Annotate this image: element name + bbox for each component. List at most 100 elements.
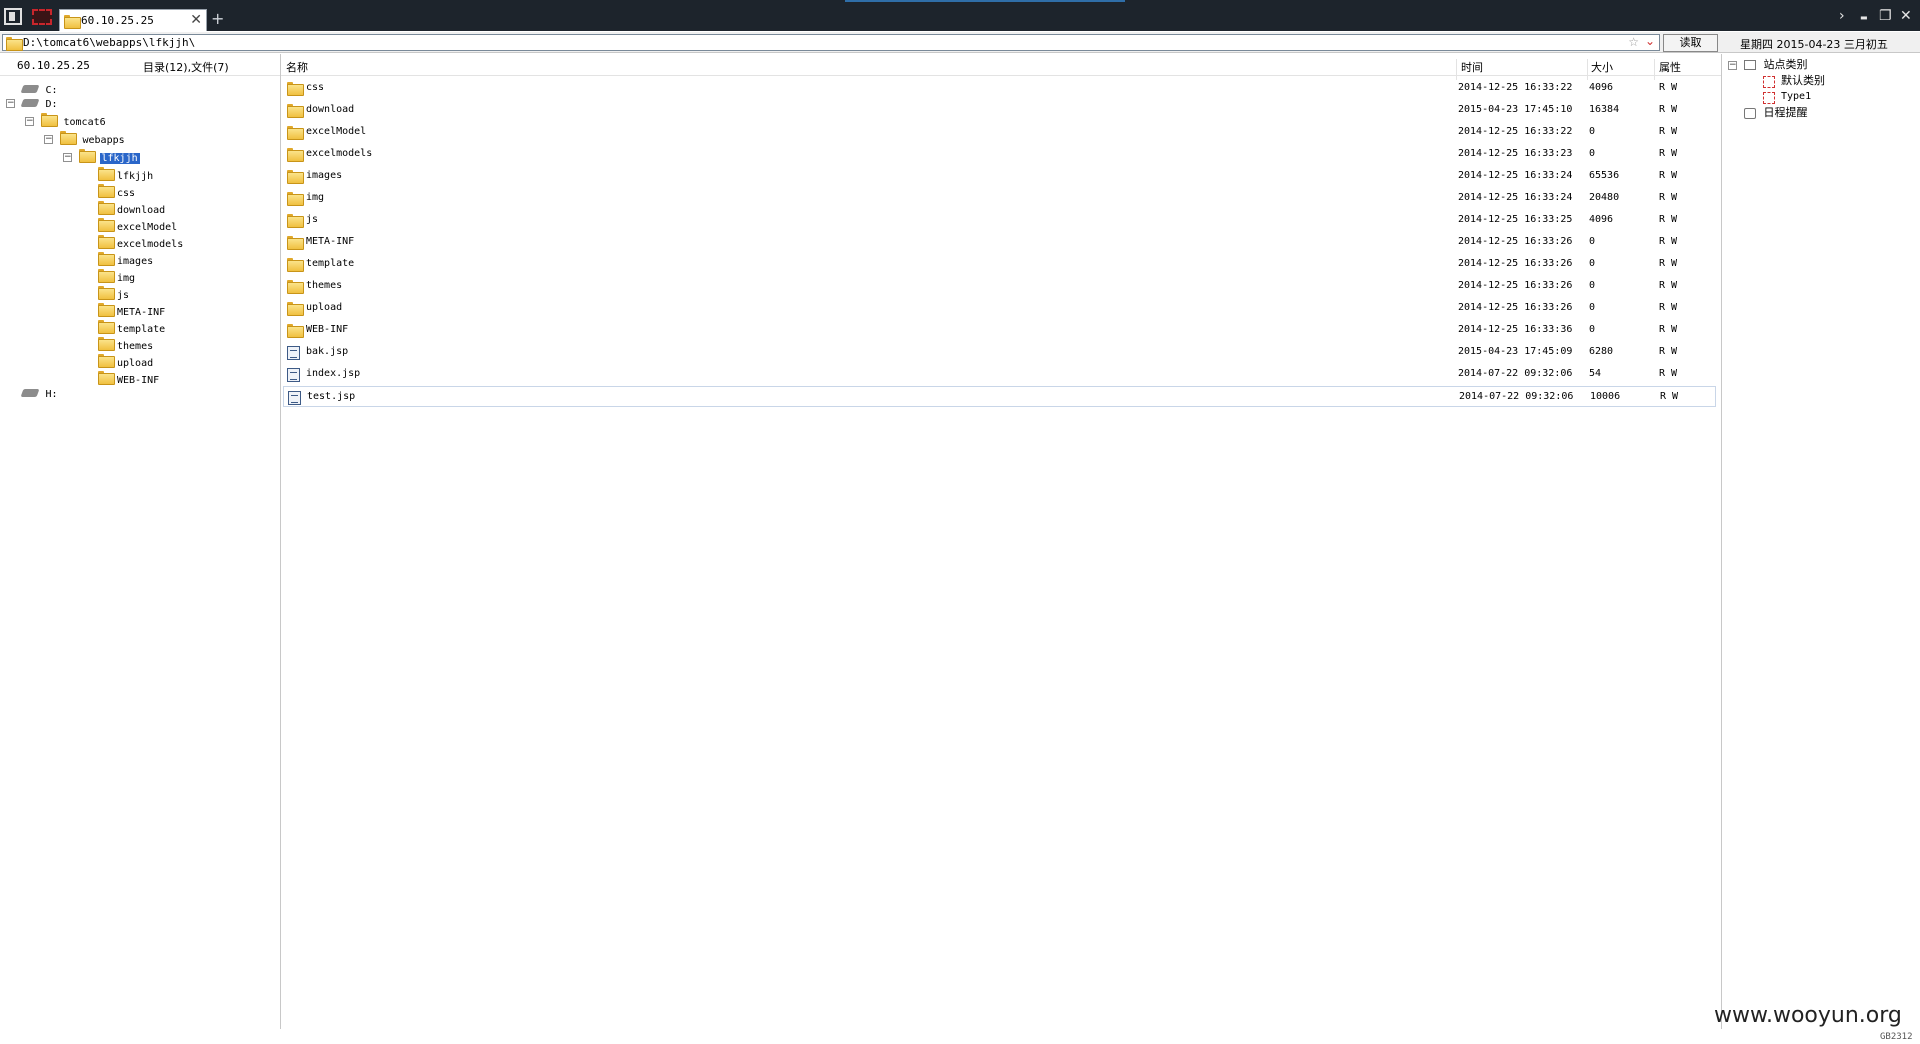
table-row[interactable]: themes 2014-12-25 16:33:26 0 R W xyxy=(283,276,1716,297)
file-name: css xyxy=(306,82,325,93)
red-app-icon[interactable] xyxy=(32,9,52,25)
tree-folder-item[interactable]: img xyxy=(98,269,135,286)
column-size-header[interactable]: 大小 xyxy=(1591,59,1613,75)
minimize-button[interactable]: ▬ xyxy=(1860,13,1868,22)
tab-session[interactable]: 60.10.25.25 ✕ xyxy=(59,9,207,31)
folder-icon xyxy=(287,324,304,338)
path-input[interactable]: D:\tomcat6\webapps\lfkjjh\ ☆ ⌄ xyxy=(2,34,1660,51)
file-icon xyxy=(287,346,300,360)
file-attributes: R W xyxy=(1659,192,1678,203)
tree-folder-lfkjjh-selected[interactable]: lfkjjh xyxy=(79,149,140,166)
table-row[interactable]: index.jsp 2014-07-22 09:32:06 54 R W xyxy=(283,364,1716,385)
table-row[interactable]: test.jsp 2014-07-22 09:32:06 10006 R W xyxy=(283,386,1716,407)
file-size: 6280 xyxy=(1589,346,1614,357)
file-size: 0 xyxy=(1589,324,1596,335)
column-divider[interactable] xyxy=(1654,59,1655,80)
tree-folder-item[interactable]: download xyxy=(98,201,165,218)
file-attributes: R W xyxy=(1659,280,1678,291)
file-time: 2014-12-25 16:33:22 xyxy=(1458,126,1573,137)
folder-icon xyxy=(287,302,304,316)
collapse-toggle[interactable]: − xyxy=(63,153,72,162)
table-row[interactable]: img 2014-12-25 16:33:24 20480 R W xyxy=(283,188,1716,209)
add-tab-button[interactable]: + xyxy=(211,9,224,28)
tree-folder-webapps[interactable]: webapps xyxy=(60,131,125,148)
restore-button[interactable]: ❐ xyxy=(1879,8,1892,24)
tree-folder-item[interactable]: js xyxy=(98,286,129,303)
collapse-toggle[interactable]: − xyxy=(25,117,34,126)
tree-folder-item[interactable]: lfkjjh xyxy=(98,167,153,184)
table-row[interactable]: template 2014-12-25 16:33:26 0 R W xyxy=(283,254,1716,275)
column-attr-header[interactable]: 属性 xyxy=(1659,59,1681,75)
site-category-panel: − 站点类别 默认类别 Type1 日程提醒 xyxy=(1721,54,1920,1029)
folder-icon xyxy=(287,192,304,206)
tree-folder-item[interactable]: template xyxy=(98,320,165,337)
schedule-node[interactable]: 日程提醒 xyxy=(1744,105,1808,121)
table-row[interactable]: bak.jsp 2015-04-23 17:45:09 6280 R W xyxy=(283,342,1716,363)
default-category-node[interactable]: 默认类别 xyxy=(1781,73,1825,89)
file-time: 2014-12-25 16:33:26 xyxy=(1458,302,1573,313)
column-divider[interactable] xyxy=(1456,59,1457,80)
folder-icon xyxy=(41,113,58,127)
column-time-header[interactable]: 时间 xyxy=(1461,59,1483,75)
collapse-toggle[interactable]: − xyxy=(44,135,53,144)
tree-folder-item[interactable]: upload xyxy=(98,354,153,371)
encoding-status[interactable]: GB2312 xyxy=(1880,1032,1913,1042)
tree-label: download xyxy=(117,205,166,216)
folder-icon xyxy=(64,15,81,29)
read-button[interactable]: 读取 xyxy=(1663,34,1718,52)
file-name: excelModel xyxy=(306,126,367,137)
tree-folder-item[interactable]: excelModel xyxy=(98,218,177,235)
table-row[interactable]: upload 2014-12-25 16:33:26 0 R W xyxy=(283,298,1716,319)
collapse-toggle[interactable]: − xyxy=(1728,61,1737,70)
collapse-toggle[interactable]: − xyxy=(6,99,15,108)
column-name-header[interactable]: 名称 xyxy=(286,59,308,75)
tree-folder-tomcat6[interactable]: tomcat6 xyxy=(41,113,106,130)
folder-icon xyxy=(287,280,304,294)
table-row[interactable]: images 2014-12-25 16:33:24 65536 R W xyxy=(283,166,1716,187)
file-icon xyxy=(288,391,301,405)
tree-folder-item[interactable]: css xyxy=(98,184,135,201)
site-category-node[interactable]: 站点类别 xyxy=(1744,57,1808,73)
tree-folder-item[interactable]: images xyxy=(98,252,153,269)
folder-icon xyxy=(287,236,304,250)
folder-icon xyxy=(98,201,115,215)
file-name: bak.jsp xyxy=(306,346,349,357)
table-row[interactable]: excelmodels 2014-12-25 16:33:23 0 R W xyxy=(283,144,1716,165)
app-menu-icon[interactable] xyxy=(4,8,22,25)
file-name: upload xyxy=(306,302,343,313)
tree-folder-item[interactable]: excelmodels xyxy=(98,235,183,252)
table-row[interactable]: css 2014-12-25 16:33:22 4096 R W xyxy=(283,78,1716,99)
type1-node[interactable]: Type1 xyxy=(1781,89,1811,105)
table-row[interactable]: META-INF 2014-12-25 16:33:26 0 R W xyxy=(283,232,1716,253)
tree-label: img xyxy=(117,273,136,284)
folder-icon xyxy=(287,170,304,184)
folder-icon xyxy=(98,354,115,368)
tree-folder-item[interactable]: META-INF xyxy=(98,303,165,320)
close-window-button[interactable]: ✕ xyxy=(1900,8,1912,24)
title-bar: 60.10.25.25 ✕ + › ▬ ❐ ✕ xyxy=(0,0,1920,31)
tree-drive-d[interactable]: D: xyxy=(20,95,58,112)
title-accent xyxy=(845,0,1125,2)
file-name: excelmodels xyxy=(306,148,373,159)
table-row[interactable]: js 2014-12-25 16:33:25 4096 R W xyxy=(283,210,1716,231)
file-name: img xyxy=(306,192,325,203)
tree-drive-h[interactable]: H: xyxy=(20,385,58,402)
column-header: 名称 时间 大小 属性 xyxy=(281,54,1721,80)
favorite-icon[interactable]: ☆ xyxy=(1628,35,1639,49)
folder-icon xyxy=(287,104,304,118)
tree-folder-item[interactable]: WEB-INF xyxy=(98,371,159,388)
forward-icon[interactable]: › xyxy=(1839,8,1845,24)
tree-folder-item[interactable]: themes xyxy=(98,337,153,354)
chevron-down-icon[interactable]: ⌄ xyxy=(1645,34,1655,48)
file-time: 2014-12-25 16:33:26 xyxy=(1458,280,1573,291)
table-row[interactable]: excelModel 2014-12-25 16:33:22 0 R W xyxy=(283,122,1716,143)
table-row[interactable]: WEB-INF 2014-12-25 16:33:36 0 R W xyxy=(283,320,1716,341)
host-address: 60.10.25.25 xyxy=(17,59,90,72)
tree-label: webapps xyxy=(82,135,125,146)
table-row[interactable]: download 2015-04-23 17:45:10 16384 R W xyxy=(283,100,1716,121)
tab-close-icon[interactable]: ✕ xyxy=(190,12,202,28)
file-attributes: R W xyxy=(1659,104,1678,115)
tree-label: META-INF xyxy=(117,307,166,318)
column-divider[interactable] xyxy=(1587,59,1588,80)
folder-icon xyxy=(98,371,115,385)
